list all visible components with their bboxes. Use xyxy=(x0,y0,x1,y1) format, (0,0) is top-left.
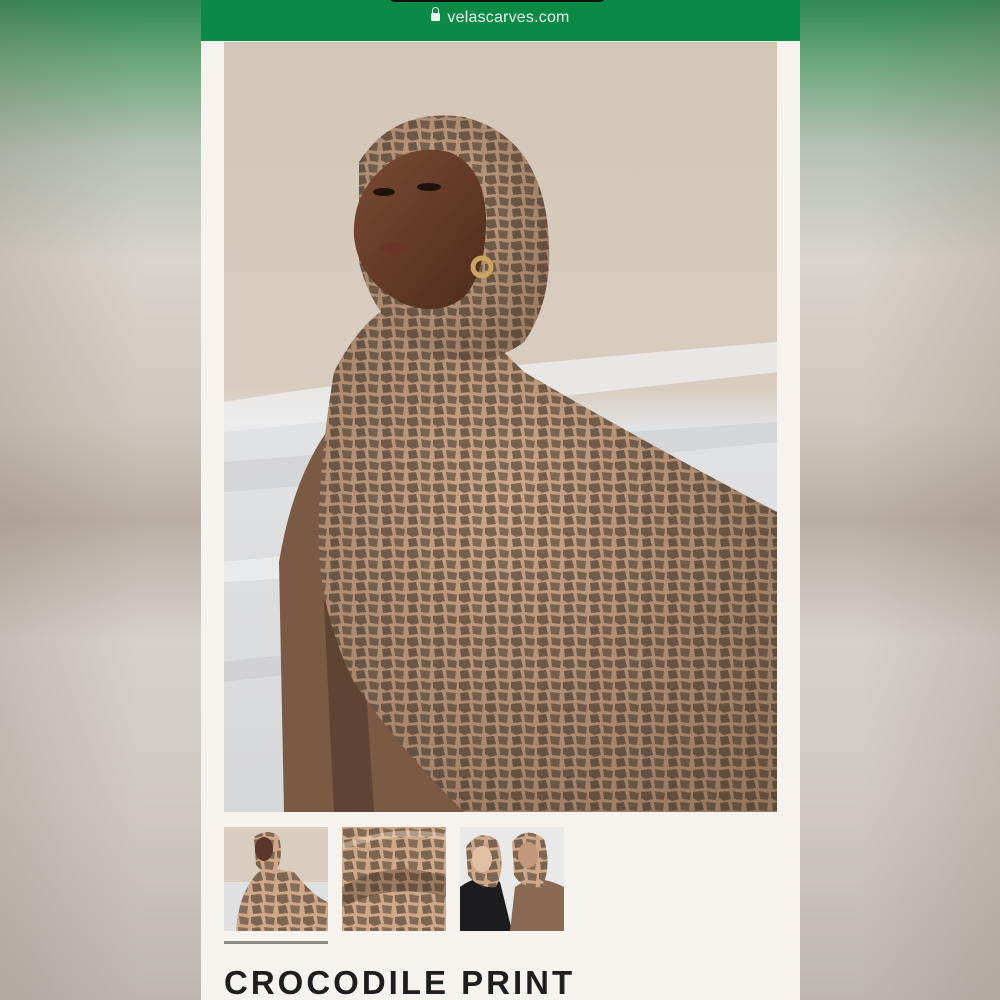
background-shade-left xyxy=(0,0,201,1000)
fabric-closeup-thumbnail[interactable] xyxy=(342,827,446,931)
lock-icon xyxy=(431,7,441,21)
url-display[interactable]: velascarves.com xyxy=(201,7,800,27)
two-models-thumbnail[interactable] xyxy=(460,827,564,931)
thumbnail-image-3 xyxy=(460,827,564,931)
thumbnail-image-2 xyxy=(342,827,446,931)
device-notch xyxy=(387,0,607,2)
background-shade-right xyxy=(800,0,1000,1000)
main-product-image[interactable] xyxy=(224,42,777,812)
phone-screenshot: velascarves.com CROCODILE PRINT xyxy=(201,0,800,1000)
product-title: CROCODILE PRINT xyxy=(224,964,576,1000)
model-wearing-crocodile-print-hijab xyxy=(224,42,777,812)
model-portrait-thumbnail[interactable] xyxy=(224,827,328,931)
selected-thumbnail-indicator xyxy=(224,941,328,944)
browser-url-bar[interactable]: velascarves.com xyxy=(201,0,800,41)
thumbnail-image-1 xyxy=(224,827,328,931)
url-text: velascarves.com xyxy=(447,9,570,26)
